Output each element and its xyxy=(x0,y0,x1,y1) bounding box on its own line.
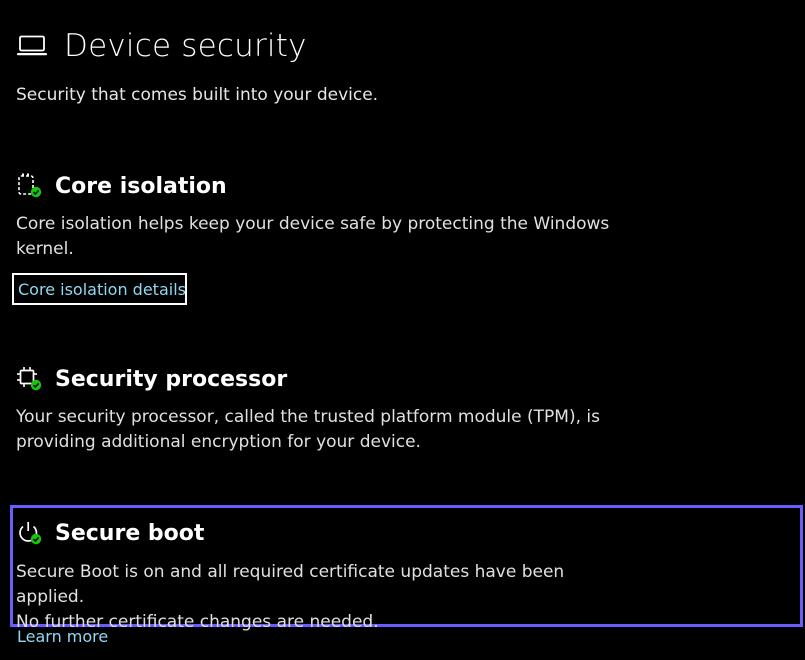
power-icon xyxy=(16,520,42,546)
secure-boot-description: Secure Boot is on and all required certi… xyxy=(16,560,636,635)
secure-boot-description-line2: No further certificate changes are neede… xyxy=(16,612,379,632)
core-isolation-title: Core isolation xyxy=(55,173,227,199)
page-header: Device security xyxy=(16,24,307,68)
core-isolation-header: Core isolation xyxy=(16,173,227,199)
secure-boot-header: Secure boot xyxy=(16,520,204,546)
core-isolation-details-link-focus[interactable]: Core isolation details xyxy=(12,273,187,305)
core-isolation-icon xyxy=(16,173,42,199)
security-processor-header: Security processor xyxy=(16,366,287,392)
page-subtitle: Security that comes built into your devi… xyxy=(16,85,379,105)
chip-icon xyxy=(16,366,42,392)
page-title: Device security xyxy=(64,28,307,64)
secure-boot-title: Secure boot xyxy=(55,520,205,546)
core-isolation-details-link[interactable]: Core isolation details xyxy=(18,280,186,299)
security-processor-title: Security processor xyxy=(55,366,288,392)
core-isolation-description: Core isolation helps keep your device sa… xyxy=(16,214,610,259)
secure-boot-description-line1: Secure Boot is on and all required certi… xyxy=(16,562,565,607)
security-processor-description: Your security processor, called the trus… xyxy=(16,407,600,452)
laptop-icon xyxy=(16,34,48,58)
learn-more-link[interactable]: Learn more xyxy=(17,627,108,646)
